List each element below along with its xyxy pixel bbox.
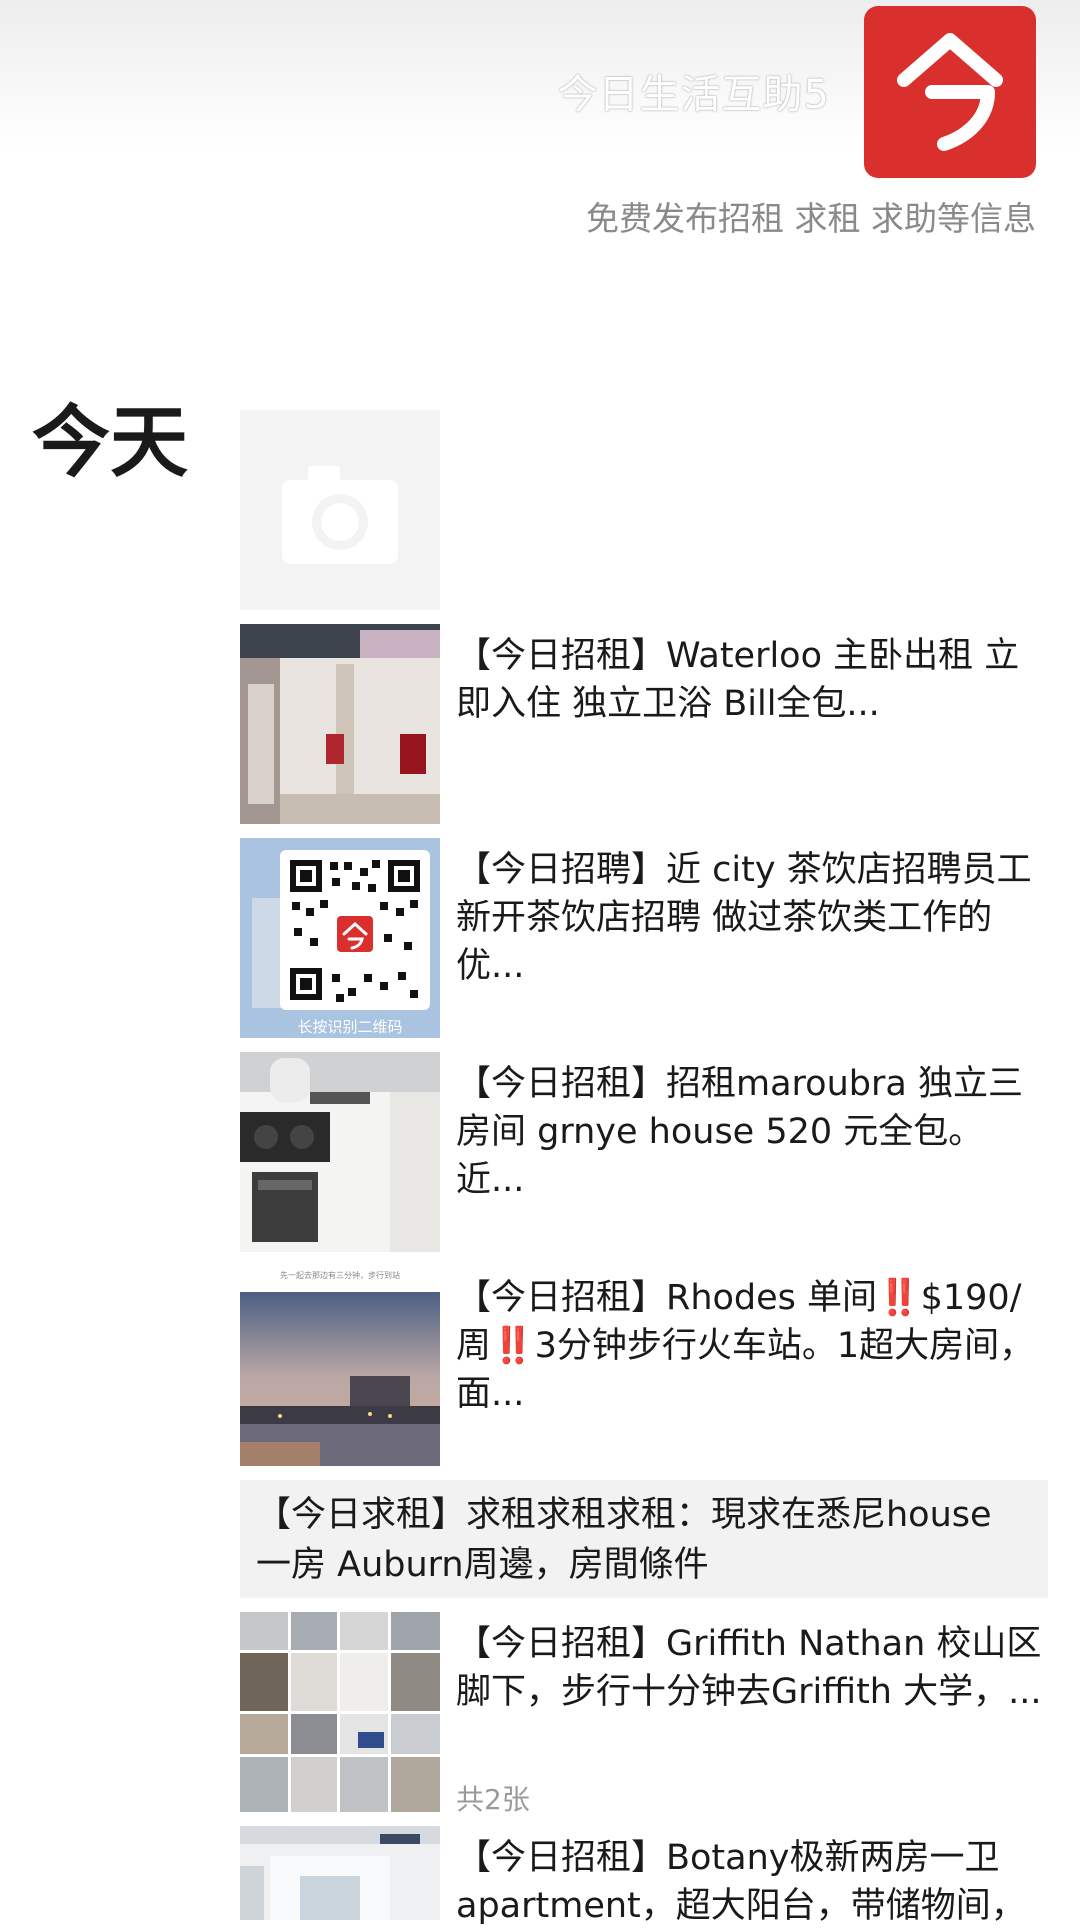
image-count: 共2张 bbox=[456, 1783, 530, 1816]
double-exclamation-icon: ‼️ bbox=[877, 1278, 921, 1318]
post-thumbnail bbox=[240, 1052, 440, 1252]
post-thumbnail-collage bbox=[240, 1612, 440, 1812]
qr-caption: 长按识别二维码 bbox=[297, 1018, 402, 1036]
post-text: 【今日招聘】近 city 茶饮店招聘员工 新开茶饮店招聘 做过茶饮类工作的优..… bbox=[456, 850, 1032, 986]
post-maroubra[interactable]: 【今日招租】招租maroubra 独立三房间 grnye house 520 元… bbox=[240, 1052, 1048, 1252]
account-name[interactable]: 今日生活互助5 bbox=[558, 62, 830, 120]
post-text: 【今日招租】Griffith Nathan 校山区脚下，步行十分钟去Griffi… bbox=[456, 1624, 1042, 1712]
profile-header: 今日生活互助5 免费发布招租 求租 求助等信息 bbox=[0, 0, 1080, 260]
jinri-logo-icon[interactable] bbox=[864, 6, 1036, 178]
post-thumbnail: 先一起去那边有三分钟，步行到站 bbox=[240, 1266, 440, 1466]
day-label: 今天 bbox=[32, 398, 189, 488]
post-text: 【今日招租】Waterloo 主卧出租 立即入住 独立卫浴 Bill全包... bbox=[456, 636, 1020, 724]
qr-code-thumbnail: 长按识别二维码 bbox=[240, 838, 440, 1038]
post-rhodes[interactable]: 先一起去那边有三分钟，步行到站 【今日招租】Rhodes 单间‼️$190/周‼… bbox=[240, 1266, 1048, 1466]
post-griffith[interactable]: 【今日招租】Griffith Nathan 校山区脚下，步行十分钟去Griffi… bbox=[240, 1612, 1048, 1816]
image-caption: 先一起去那边有三分钟，步行到站 bbox=[280, 1270, 400, 1280]
post-text: 【今日招租】Rhodes 单间‼️$190/周‼️3分钟步行火车站。1超大房间，… bbox=[456, 1278, 1035, 1414]
post-text: 【今日求租】求租求租求租：現求在悉尼house 一房 Auburn周邊，房間條件 bbox=[256, 1495, 992, 1585]
post-auburn-request[interactable]: 【今日求租】求租求租求租：現求在悉尼house 一房 Auburn周邊，房間條件 bbox=[240, 1480, 1048, 1598]
post-thumbnail bbox=[240, 624, 440, 824]
post-botany[interactable]: 【今日招租】Botany极新两房一卫 apartment，超大阳台，带储物间， bbox=[240, 1826, 1048, 1926]
post-text: 【今日招租】招租maroubra 独立三房间 grnye house 520 元… bbox=[456, 1064, 1023, 1200]
post-thumbnail bbox=[240, 1826, 440, 1920]
double-exclamation-icon: ‼️ bbox=[491, 1326, 535, 1366]
camera-icon[interactable] bbox=[240, 410, 440, 610]
post-waterloo[interactable]: 【今日招租】Waterloo 主卧出租 立即入住 独立卫浴 Bill全包... bbox=[240, 624, 1048, 824]
post-tea-shop-hiring[interactable]: 长按识别二维码 【今日招聘】近 city 茶饮店招聘员工 新开茶饮店招聘 做过茶… bbox=[240, 838, 1048, 1038]
account-signature: 免费发布招租 求租 求助等信息 bbox=[586, 199, 1036, 238]
post-text: 【今日招租】Botany极新两房一卫 apartment，超大阳台，带储物间， bbox=[456, 1838, 1026, 1926]
